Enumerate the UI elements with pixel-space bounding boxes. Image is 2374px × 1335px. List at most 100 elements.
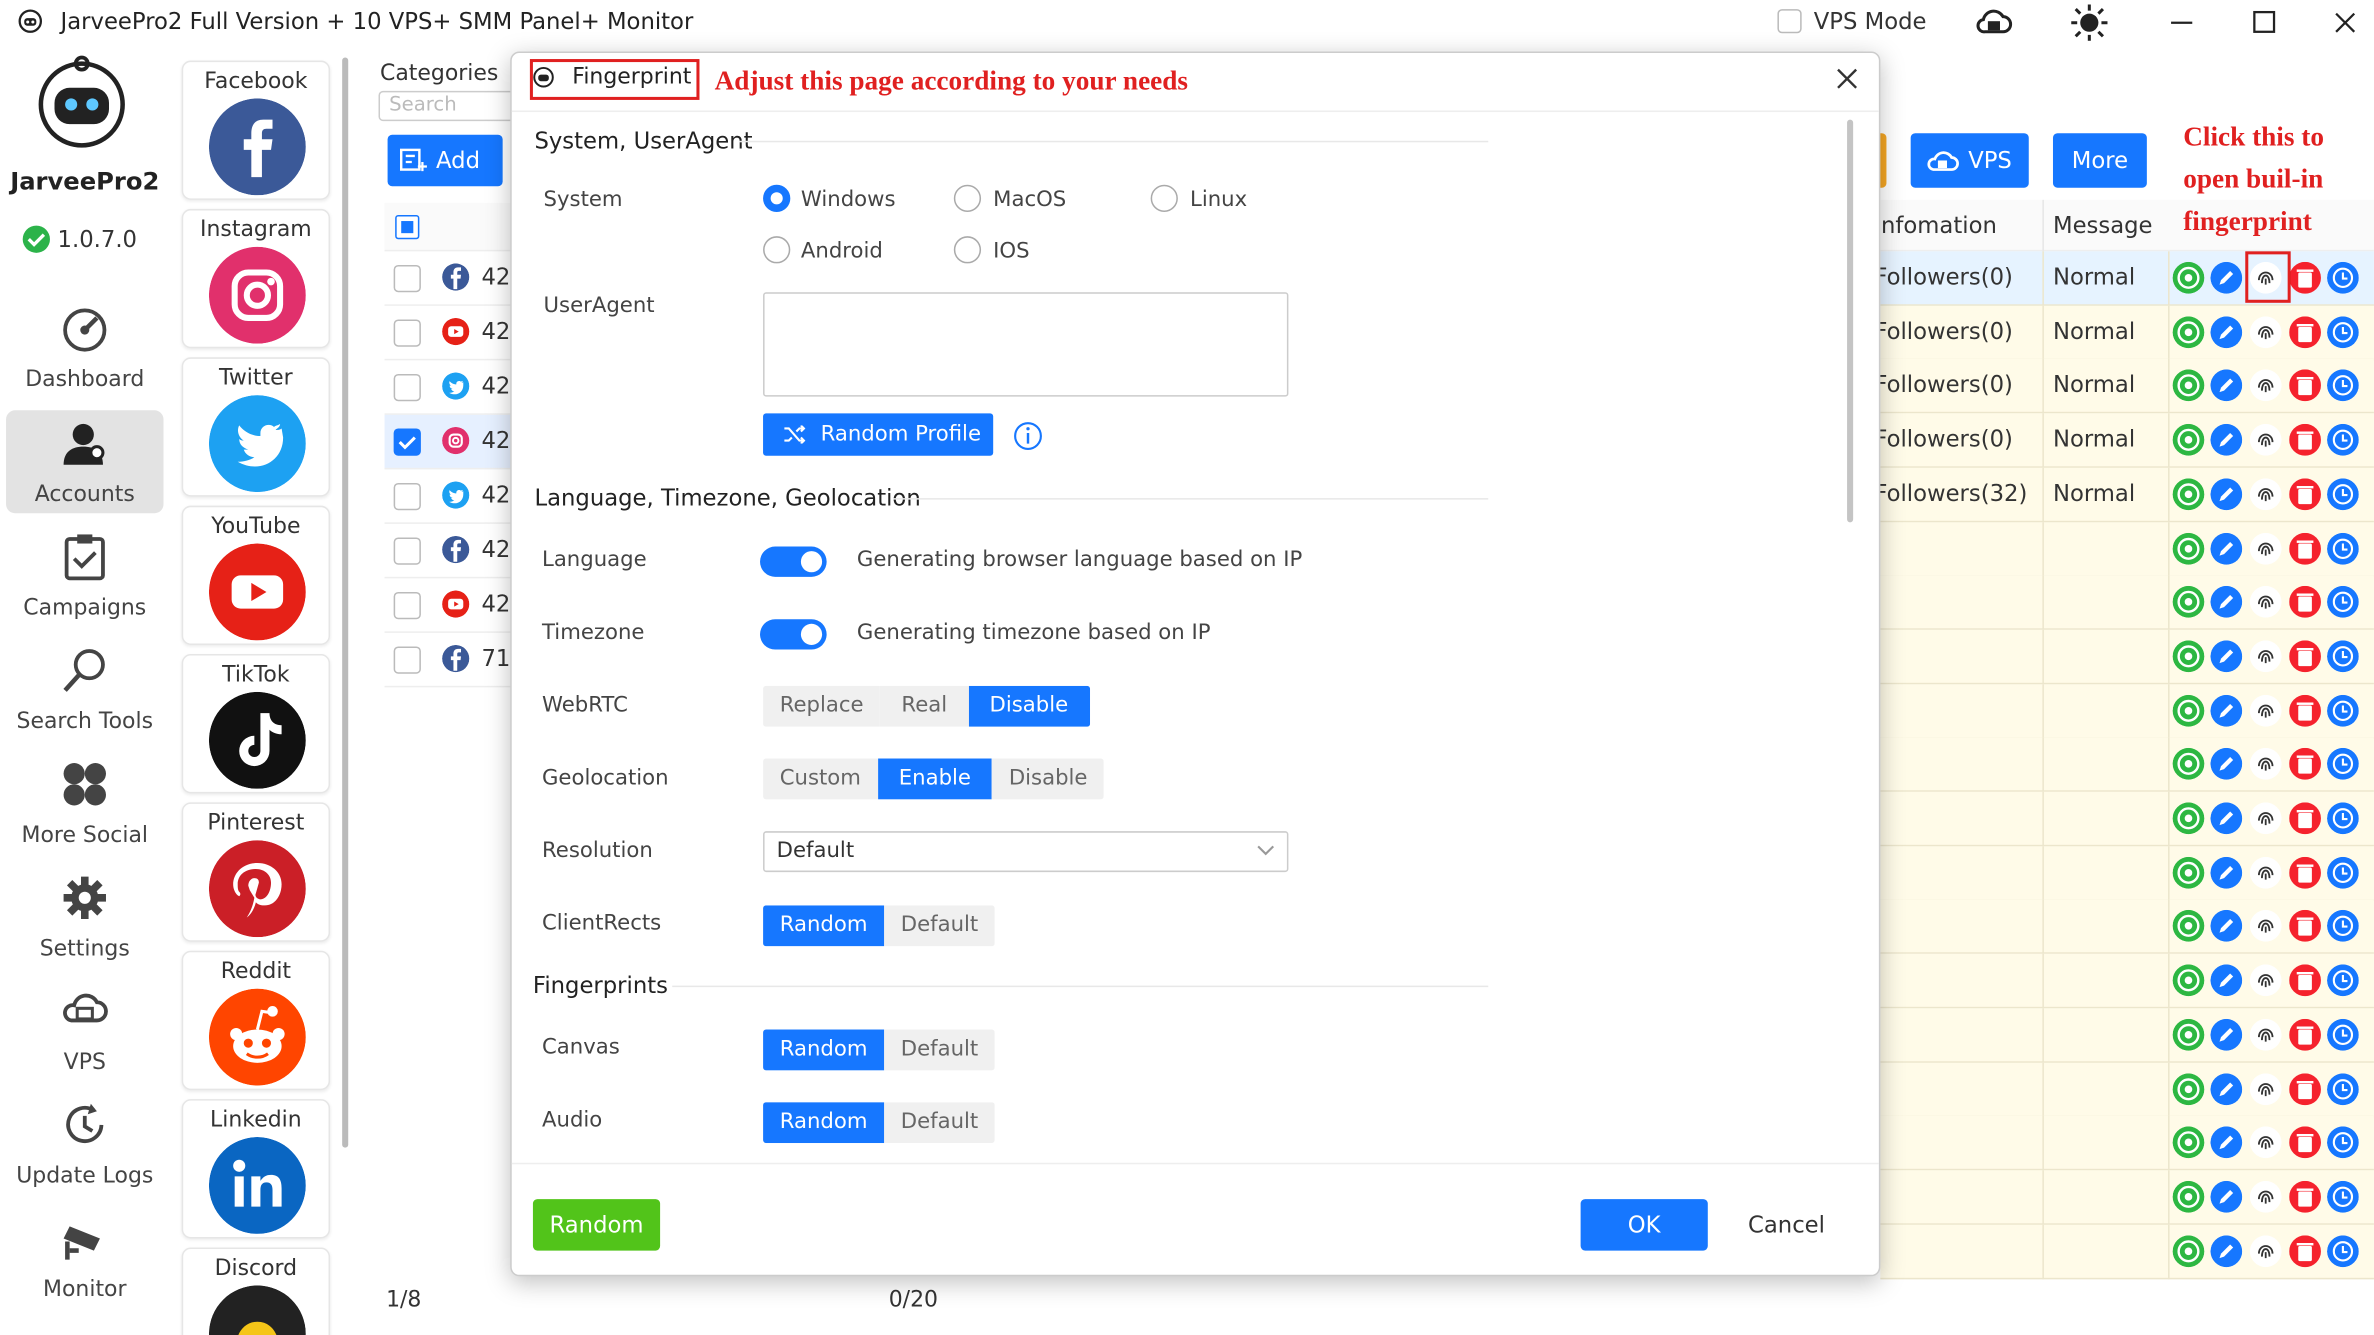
cancel-button[interactable]: Cancel — [1723, 1199, 1850, 1250]
webrtc-option-disable[interactable]: Disable — [968, 685, 1090, 727]
geolocation-option-custom[interactable]: Custom — [763, 758, 878, 800]
accounts-icon — [63, 423, 105, 465]
canvas-option-random[interactable]: Random — [763, 1029, 885, 1071]
click-annotation: Click this to open buil-in fingerprint — [2183, 115, 2324, 242]
ok-button[interactable]: OK — [1580, 1199, 1708, 1251]
nav-search-tools[interactable]: Search Tools — [6, 637, 163, 740]
nav-vps[interactable]: VPS — [6, 978, 163, 1081]
useragent-textarea[interactable] — [763, 292, 1289, 397]
geolocation-option-disable[interactable]: Disable — [992, 758, 1105, 800]
fingerprint-button-highlight — [2245, 251, 2291, 303]
radio-linux[interactable] — [1150, 184, 1178, 212]
nav-update-logs-label: Update Logs — [16, 1164, 154, 1189]
dialog-scrollbar[interactable] — [1847, 119, 1854, 523]
webrtc-option-real[interactable]: Real — [880, 685, 969, 727]
radio-macos-label: MacOS — [993, 187, 1067, 212]
audio-option-random[interactable]: Random — [763, 1102, 885, 1144]
radio-macos[interactable] — [953, 184, 982, 212]
window-title: JarveePro2 Full Version + 10 VPS+ SMM Pa… — [60, 7, 694, 35]
nav-campaigns[interactable]: Campaigns — [6, 524, 163, 627]
section-system-useragent: System, UserAgent — [534, 127, 753, 155]
dialog-title: Fingerprint — [572, 65, 692, 90]
monitor-icon — [63, 1226, 100, 1260]
nav-more-social[interactable]: More Social — [6, 751, 163, 854]
campaigns-icon — [64, 534, 105, 581]
minimize-icon[interactable] — [2168, 9, 2195, 36]
chevron-down-icon — [1257, 845, 1275, 856]
radio-ios[interactable] — [953, 236, 982, 264]
radio-linux-label: Linux — [1190, 187, 1248, 212]
info-icon[interactable] — [1013, 421, 1043, 451]
clientrects-segmented: Random Default — [763, 905, 995, 947]
nav-more-social-label: More Social — [21, 823, 149, 848]
random-profile-label: Random Profile — [820, 422, 982, 447]
adjust-annotation: Adjust this page according to your needs — [714, 65, 1189, 96]
timezone-label: Timezone — [542, 620, 645, 645]
gear-icon — [63, 876, 106, 919]
title-bar: JarveePro2 Full Version + 10 VPS+ SMM Pa… — [0, 0, 2374, 46]
timezone-toggle[interactable] — [760, 619, 827, 650]
system-label: System — [543, 187, 623, 212]
close-dialog-icon[interactable] — [1835, 67, 1859, 91]
search-tools-icon — [63, 649, 105, 692]
clientrects-option-default[interactable]: Default — [884, 905, 995, 947]
nav-settings[interactable]: Settings — [6, 864, 163, 967]
resolution-value: Default — [776, 838, 855, 863]
click-annotation-line2: open buil-in — [2183, 163, 2324, 194]
webrtc-segmented: Replace Real Disable — [763, 685, 1090, 727]
nav-vps-label: VPS — [63, 1050, 106, 1075]
nav-monitor[interactable]: Monitor — [6, 1205, 163, 1308]
webrtc-option-replace[interactable]: Replace — [763, 685, 881, 727]
vps-mode-checkbox[interactable] — [1777, 9, 1802, 34]
radio-windows-label: Windows — [800, 187, 896, 212]
radio-windows[interactable] — [763, 184, 791, 212]
section-language-timezone: Language, Timezone, Geolocation — [534, 484, 921, 512]
useragent-label: UserAgent — [543, 293, 655, 318]
canvas-segmented: Random Default — [763, 1029, 995, 1071]
theme-sun-icon[interactable] — [2071, 4, 2108, 41]
geolocation-segmented: Custom Enable Disable — [763, 758, 1105, 800]
geolocation-label: Geolocation — [542, 766, 669, 791]
click-annotation-line3: fingerprint — [2183, 205, 2312, 237]
nav-campaigns-label: Campaigns — [23, 596, 147, 621]
timezone-description: Generating timezone based on IP — [856, 620, 1211, 645]
left-nav: JarveePro2 1.0.7.0 Dashboard Accounts Ca… — [0, 45, 170, 1335]
nav-dashboard[interactable]: Dashboard — [6, 295, 163, 398]
fingerprint-logo-icon — [533, 66, 554, 88]
nav-accounts[interactable]: Accounts — [6, 410, 164, 514]
app-name: JarveePro2 — [10, 166, 160, 196]
check-circle-icon — [22, 225, 50, 253]
maximize-icon[interactable] — [2251, 9, 2278, 36]
app-version: 1.0.7.0 — [57, 225, 137, 253]
more-social-icon — [63, 763, 106, 806]
audio-segmented: Random Default — [763, 1102, 995, 1144]
resolution-select[interactable]: Default — [763, 831, 1289, 873]
language-label: Language — [542, 548, 647, 573]
radio-android[interactable] — [763, 236, 791, 264]
section-fingerprints: Fingerprints — [532, 971, 668, 1000]
canvas-label: Canvas — [542, 1035, 620, 1060]
cloud-vps-icon[interactable] — [1974, 5, 2013, 41]
shuffle-icon — [784, 425, 806, 444]
app-logo-icon — [18, 9, 43, 33]
clientrects-label: ClientRects — [542, 911, 662, 936]
dashboard-icon — [63, 308, 107, 352]
canvas-option-default[interactable]: Default — [884, 1029, 995, 1071]
update-logs-icon — [66, 1103, 104, 1143]
radio-android-label: Android — [800, 239, 883, 264]
click-annotation-line1: Click this to — [2183, 121, 2325, 152]
resolution-label: Resolution — [542, 838, 653, 863]
vps-icon — [63, 993, 108, 1023]
fingerprint-dialog: Fingerprint Adjust this page according t… — [510, 51, 1881, 1277]
close-window-icon[interactable] — [2332, 9, 2359, 36]
jarvee-robot-logo — [38, 55, 125, 148]
random-profile-button[interactable]: Random Profile — [763, 413, 994, 456]
geolocation-option-enable[interactable]: Enable — [877, 758, 993, 800]
radio-ios-label: IOS — [993, 239, 1030, 264]
audio-option-default[interactable]: Default — [884, 1102, 995, 1144]
clientrects-option-random[interactable]: Random — [763, 905, 885, 947]
random-all-button[interactable]: Random — [532, 1199, 661, 1251]
nav-update-logs[interactable]: Update Logs — [6, 1092, 163, 1195]
language-toggle[interactable] — [760, 546, 827, 577]
nav-dashboard-label: Dashboard — [25, 367, 145, 393]
